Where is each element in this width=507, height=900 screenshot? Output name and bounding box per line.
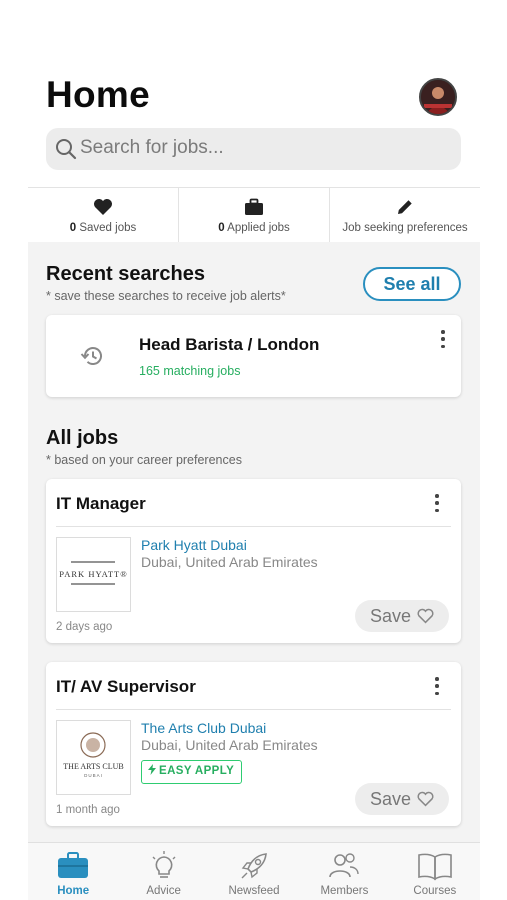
nav-label: Newsfeed — [228, 885, 280, 897]
avatar[interactable] — [419, 78, 457, 116]
heart-outline-icon — [417, 791, 434, 807]
divider — [56, 709, 451, 710]
company-logo-text: PARK HYATT® — [59, 569, 128, 579]
people-icon — [329, 853, 360, 878]
saved-jobs-label: 0 Saved jobs — [69, 222, 137, 234]
header: Home Search for jobs... — [28, 0, 480, 188]
lightning-icon — [148, 764, 156, 775]
heart-outline-icon — [417, 608, 434, 624]
easy-apply-badge[interactable]: EASY APPLY — [141, 760, 243, 784]
recent-searches-note: * save these searches to receive job ale… — [46, 289, 286, 303]
company-name[interactable]: Park Hyatt Dubai — [141, 537, 247, 553]
nav-item-advice[interactable]: Advice — [118, 843, 208, 900]
app-screen: Home Search for jobs... 0 Saved jobs 0 A… — [28, 0, 480, 900]
see-all-button[interactable]: See all — [363, 267, 461, 301]
job-card[interactable]: IT Manager PARK HYATT® Park Hyatt Dubai … — [46, 479, 461, 643]
job-title: IT/ AV Supervisor — [56, 677, 196, 696]
matching-jobs-count: 165 matching jobs — [139, 364, 241, 378]
nav-item-members[interactable]: Members — [299, 843, 389, 900]
search-input[interactable]: Search for jobs... — [80, 137, 224, 159]
company-name[interactable]: The Arts Club Dubai — [141, 720, 266, 736]
saved-jobs-button[interactable]: 0 Saved jobs — [28, 188, 179, 242]
nav-item-courses[interactable]: Courses — [390, 843, 480, 900]
book-icon — [418, 853, 452, 881]
job-preferences-label: Job seeking preferences — [342, 222, 468, 234]
company-logo-text: THE ARTS CLUB — [63, 762, 124, 771]
recent-searches-heading: Recent searches — [46, 263, 205, 285]
recent-search-card[interactable]: Head Barista / London 165 matching jobs — [46, 315, 461, 397]
more-options-icon[interactable] — [438, 330, 448, 348]
job-location: Dubai, United Arab Emirates — [141, 554, 318, 570]
bottom-nav: Home Advice Newsfeed Members Courses — [28, 842, 480, 900]
company-logo: PARK HYATT® — [56, 537, 131, 612]
all-jobs-heading: All jobs — [46, 427, 119, 449]
applied-jobs-label: 0 Applied jobs — [218, 222, 290, 234]
save-label: Save — [370, 606, 412, 626]
nav-label: Members — [320, 885, 369, 897]
lightbulb-icon — [152, 851, 176, 878]
posted-date: 2 days ago — [56, 621, 113, 633]
all-jobs-note: * based on your career preferences — [46, 453, 242, 467]
posted-date: 1 month ago — [56, 804, 120, 816]
nav-label: Advice — [146, 885, 181, 897]
job-card[interactable]: IT/ AV Supervisor THE ARTS CLUB DUBAI Th… — [46, 662, 461, 826]
job-preferences-button[interactable]: Job seeking preferences — [330, 188, 480, 242]
page-title: Home — [46, 74, 150, 115]
job-location: Dubai, United Arab Emirates — [141, 737, 318, 753]
applied-jobs-button[interactable]: 0 Applied jobs — [179, 188, 330, 242]
job-title: IT Manager — [56, 494, 146, 513]
nav-item-newsfeed[interactable]: Newsfeed — [209, 843, 299, 900]
heart-icon — [94, 199, 112, 215]
history-icon — [80, 347, 102, 365]
rocket-icon — [241, 853, 267, 879]
more-options-icon[interactable] — [432, 494, 442, 512]
save-button[interactable]: Save — [355, 783, 449, 815]
nav-label: Courses — [413, 885, 457, 897]
quick-stats: 0 Saved jobs 0 Applied jobs Job seeking … — [28, 187, 480, 242]
company-logo: THE ARTS CLUB DUBAI — [56, 720, 131, 795]
pencil-icon — [398, 200, 412, 214]
company-logo-subtext: DUBAI — [84, 773, 103, 778]
recent-search-title: Head Barista / London — [139, 335, 320, 354]
search-bar[interactable]: Search for jobs... — [46, 128, 461, 170]
nav-label: Home — [57, 885, 90, 897]
nav-item-home[interactable]: Home — [28, 843, 118, 900]
save-label: Save — [370, 789, 412, 809]
divider — [56, 526, 451, 527]
more-options-icon[interactable] — [432, 677, 442, 695]
briefcase-icon — [245, 198, 263, 215]
search-icon — [56, 139, 77, 160]
briefcase-icon — [58, 852, 89, 878]
save-button[interactable]: Save — [355, 600, 449, 632]
